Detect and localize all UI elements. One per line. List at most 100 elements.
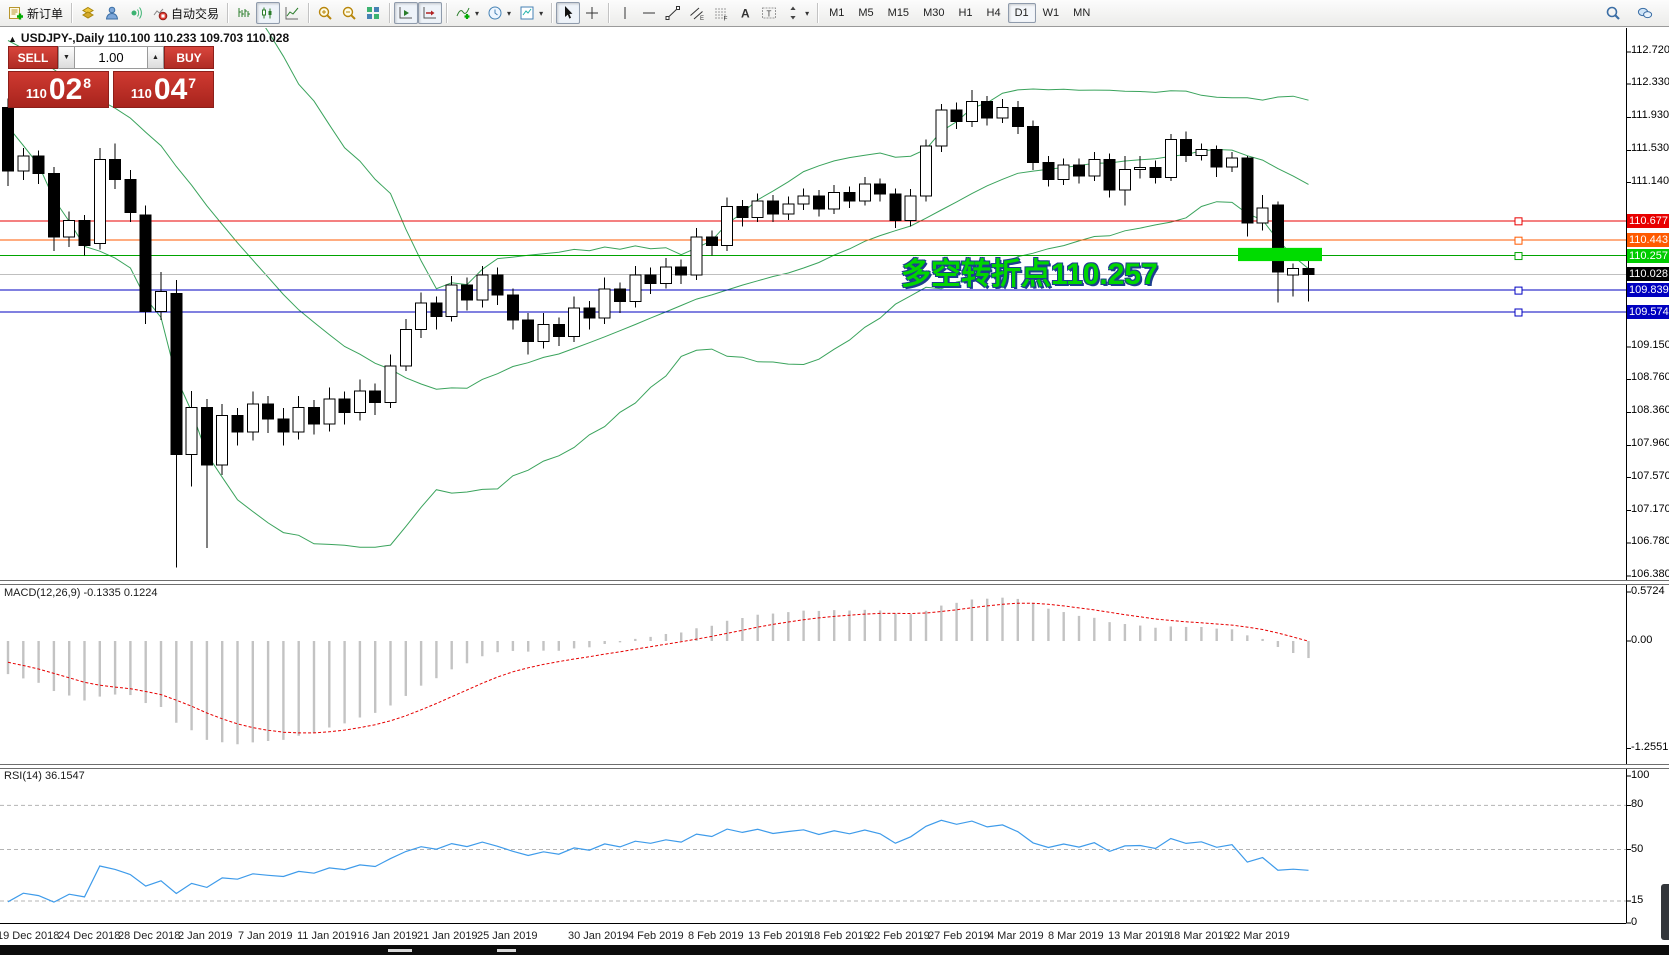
date-tick-label: 18 Mar 2019 [1168,930,1230,942]
price-tick-label: 111.530 [1631,142,1669,155]
buy-price-sup: 7 [188,75,197,91]
bottom-bar-mark [497,949,516,952]
text-label-button[interactable]: T [757,2,781,24]
text-button[interactable]: A [733,2,757,24]
chart-shift-button[interactable] [418,2,443,24]
chart-title-text: USDJPY-,Daily 110.100 110.233 109.703 11… [20,31,290,45]
cursor-button[interactable] [556,2,581,24]
date-tick-label: 30 Jan 2019 [568,930,629,942]
toolbar-separator [817,3,819,23]
highlight-zone [1238,247,1322,262]
buy-button[interactable]: BUY [164,46,214,69]
horizontal-line-button[interactable] [637,2,661,24]
date-tick-label: 19 Dec 2018 [0,930,60,942]
price-tick-label: 107.960 [1631,437,1669,450]
timeframe-w1-button[interactable]: W1 [1036,3,1067,23]
price-level-label: 110.257 [1627,248,1669,263]
line-chart-button[interactable] [280,2,304,24]
timeframe-m30-button[interactable]: M30 [916,3,951,23]
bottom-bar-mark [388,949,412,952]
vertical-line-button[interactable] [613,2,637,24]
svg-text:A: A [741,7,750,21]
zoom-in-button[interactable] [313,2,337,24]
sell-button[interactable]: SELL [8,46,58,69]
rsi-panel [0,804,1626,903]
collapse-arrow-icon[interactable]: ▲ [8,34,17,44]
arrows-button[interactable]: ▾ [781,2,813,24]
indicators-button[interactable]: ▾ [451,2,483,24]
timeframe-m15-button[interactable]: M15 [881,3,916,23]
date-tick-label: 24 Dec 2018 [58,930,121,942]
fibonacci-button[interactable]: F [709,2,733,24]
autotrading-button[interactable]: 自动交易 [148,2,223,24]
buy-price-panel[interactable]: 110 04 7 [113,71,214,108]
rsi-tick-label: 50 [1631,842,1644,855]
search-icon [1606,6,1620,20]
chevron-down-icon: ▾ [507,8,512,18]
one-click-trading-panel: SELL ▼ ▲ BUY 110028 110047 [8,46,214,108]
charts-layout-button[interactable] [76,2,100,24]
timeframe-m1-button[interactable]: M1 [822,3,851,23]
chevron-down-icon: ▾ [539,8,544,18]
signals-icon [131,7,142,19]
timeframe-mn-button[interactable]: MN [1066,3,1097,23]
text-label-icon: T [762,7,777,19]
volume-input[interactable] [75,46,147,69]
indicators-add-icon [456,7,470,19]
candlestick-chart-button[interactable] [256,2,281,24]
price-tick-label: 107.170 [1631,502,1669,515]
date-tick-label: 21 Jan 2019 [417,930,478,942]
level-handle [1514,252,1523,261]
date-tick-label: 22 Feb 2019 [868,930,930,942]
bar-chart-button[interactable] [232,2,256,24]
channel-icon: E [690,7,704,21]
buy-price-big: 04 [153,73,188,106]
timeframe-h1-button[interactable]: H1 [951,3,979,23]
new-order-button[interactable]: 新订单 [4,2,67,24]
timeframe-m5-button[interactable]: M5 [851,3,880,23]
trendline-button[interactable] [661,2,685,24]
date-tick-label: 18 Feb 2019 [808,930,870,942]
v-line-icon [624,7,626,19]
timeframe-h4-button[interactable]: H4 [980,3,1008,23]
auto-scroll-icon [399,7,413,19]
scroll-thumb[interactable] [1661,884,1669,940]
date-tick-label: 27 Feb 2019 [928,930,990,942]
autotrading-icon [153,8,168,21]
zoom-out-icon [342,6,356,20]
tile-windows-button[interactable] [361,2,385,24]
date-tick-label: 25 Jan 2019 [477,930,538,942]
sell-price-prefix: 110 [25,86,47,101]
toolbar-separator [308,3,310,23]
price-level-label: 109.574 [1627,305,1669,319]
chart-title: ▲ USDJPY-,Daily 110.100 110.233 109.703 1… [8,31,289,45]
timeframe-d1-button[interactable]: D1 [1007,3,1036,23]
signals-button[interactable] [124,2,148,24]
chevron-down-icon: ▾ [475,8,480,18]
line-chart-icon [285,7,299,20]
periods-button[interactable]: ▾ [483,2,515,24]
search-button[interactable] [1601,2,1625,24]
auto-scroll-button[interactable] [394,2,419,24]
volume-decrease-button[interactable]: ▼ [58,46,75,69]
profile-button[interactable] [100,2,124,24]
buy-price-prefix: 110 [130,86,152,101]
panel-splitter-rsi[interactable] [0,764,1669,769]
date-tick-label: 8 Feb 2019 [688,930,744,942]
price-level-label: 110.028 [1627,267,1669,282]
price-level-label: 110.677 [1627,213,1669,228]
volume-increase-button[interactable]: ▲ [147,46,164,69]
templates-button[interactable]: ▾ [515,2,547,24]
toolbar-separator [389,3,391,23]
price-tick-label: 106.380 [1631,567,1669,580]
macd-tick-label: 0.5724 [1631,585,1665,597]
crosshair-button[interactable] [580,2,604,24]
zoom-out-button[interactable] [337,2,361,24]
equidistant-channel-button[interactable]: E [685,2,709,24]
crosshair-icon [586,7,599,19]
panel-splitter-macd[interactable] [0,580,1669,585]
community-chat-button[interactable] [1633,2,1657,24]
shift-icon [423,7,437,19]
sell-price-panel[interactable]: 110 02 8 [8,71,109,108]
toolbar: 新订单 自动交易 ▾ ▾ ▾ E F A T ▾ M1 M5 M15 M30 H1 H4 D1 W1 MN [0,0,1669,27]
